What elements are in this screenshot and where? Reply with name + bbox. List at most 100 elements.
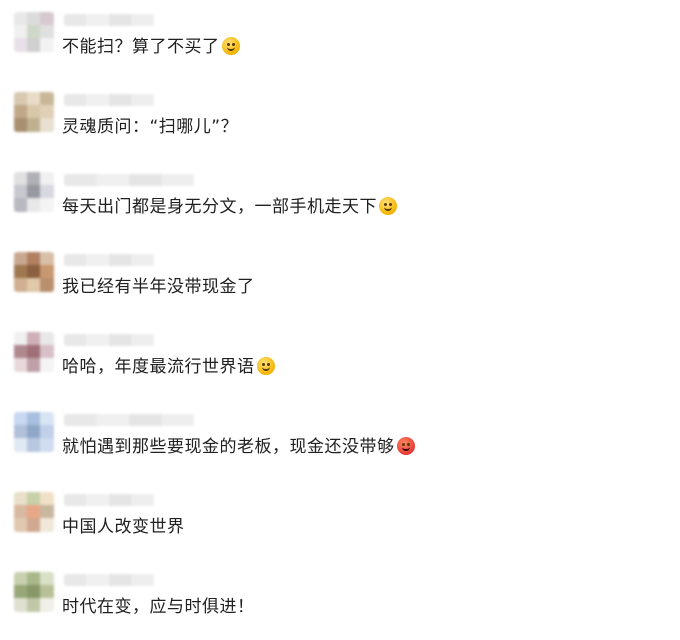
avatar-mosaic-cell [14, 38, 28, 52]
avatar-mosaic-cell [14, 278, 28, 292]
avatar-mosaic-cell [27, 252, 41, 266]
avatar-mosaic-cell [40, 12, 54, 26]
comment-text: 中国人改变世界 [62, 517, 185, 537]
avatar-mosaic-cell [40, 598, 54, 612]
avatar-mosaic-cell [14, 118, 28, 132]
comment-item: 就怕遇到那些要现金的老板，现金还没带够 [0, 400, 680, 480]
avatar[interactable] [14, 92, 54, 132]
avatar-mosaic-cell [40, 198, 54, 212]
comment-text: 哈哈，年度最流行世界语 [62, 352, 275, 377]
avatar-mosaic-cell [27, 105, 41, 119]
avatar-mosaic-cell [40, 345, 54, 359]
avatar-mosaic-cell [40, 105, 54, 119]
avatar-mosaic-cell [27, 265, 41, 279]
thinking-emoji-icon [256, 357, 275, 375]
avatar-mosaic-cell [14, 358, 28, 372]
comment-item: 不能扫？算了不买了 [0, 0, 680, 80]
avatar-mosaic-cell [14, 92, 28, 106]
avatar-mosaic-cell [27, 92, 41, 106]
avatar-mosaic-cell [27, 518, 41, 532]
avatar-mosaic-cell [27, 425, 41, 439]
avatar-mosaic-cell [27, 492, 41, 506]
avatar-mosaic-cell [40, 518, 54, 532]
avatar-mosaic-cell [27, 332, 41, 346]
avatar-mosaic-cell [40, 118, 54, 132]
comment-text: 灵魂质问：“扫哪儿”？ [62, 117, 239, 137]
nickname-blurred[interactable] [64, 574, 154, 586]
avatar-mosaic-cell [40, 438, 54, 452]
avatar[interactable] [14, 12, 54, 52]
avatar-mosaic-cell [40, 358, 54, 372]
nickname-blurred[interactable] [64, 94, 154, 106]
grin-emoji-icon [379, 197, 397, 215]
avatar-mosaic-cell [14, 252, 28, 266]
avatar-mosaic-cell [40, 252, 54, 266]
avatar[interactable] [14, 252, 54, 292]
avatar-mosaic-cell [40, 265, 54, 279]
avatar-mosaic-cell [14, 585, 28, 599]
avatar-mosaic-cell [14, 518, 28, 532]
avatar-mosaic-cell [27, 438, 41, 452]
angry-emoji-icon [396, 437, 415, 455]
avatar[interactable] [14, 572, 54, 612]
avatar-mosaic-cell [40, 492, 54, 506]
avatar-mosaic-cell [14, 425, 28, 439]
avatar-mosaic-cell [27, 118, 41, 132]
avatar-mosaic-cell [27, 12, 41, 26]
nickname-blurred[interactable] [64, 14, 154, 26]
avatar-mosaic-cell [40, 278, 54, 292]
avatar-mosaic-cell [27, 185, 41, 199]
nickname-blurred[interactable] [64, 334, 154, 346]
avatar-mosaic-cell [40, 412, 54, 426]
avatar-mosaic-cell [14, 172, 28, 186]
avatar-mosaic-cell [40, 332, 54, 346]
avatar-mosaic-cell [27, 345, 41, 359]
avatar-mosaic-cell [14, 185, 28, 199]
avatar-mosaic-cell [40, 585, 54, 599]
avatar-mosaic-cell [40, 25, 54, 39]
avatar-mosaic-cell [27, 598, 41, 612]
comment-item: 灵魂质问：“扫哪儿”？ [0, 80, 680, 160]
avatar[interactable] [14, 412, 54, 452]
avatar-mosaic-cell [27, 585, 41, 599]
avatar-mosaic-cell [40, 38, 54, 52]
avatar-mosaic-cell [27, 198, 41, 212]
avatar-mosaic-cell [40, 425, 54, 439]
avatar-mosaic-cell [40, 505, 54, 519]
comment-item: 时代在变，应与时俱进！ [0, 560, 680, 640]
avatar[interactable] [14, 332, 54, 372]
avatar-mosaic-cell [40, 92, 54, 106]
comment-item: 哈哈，年度最流行世界语 [0, 320, 680, 400]
nickname-blurred[interactable] [64, 174, 194, 186]
avatar-mosaic-cell [14, 492, 28, 506]
avatar-mosaic-cell [27, 505, 41, 519]
avatar-mosaic-cell [14, 572, 28, 586]
avatar-mosaic-cell [40, 185, 54, 199]
avatar-mosaic-cell [14, 598, 28, 612]
avatar-mosaic-cell [27, 172, 41, 186]
avatar-mosaic-cell [14, 265, 28, 279]
comment-text: 时代在变，应与时俱进！ [62, 597, 255, 617]
comment-feed: 不能扫？算了不买了 灵魂质问：“扫哪儿”？ 每天出门都是身无分文，一部手机走天下… [0, 0, 680, 628]
avatar-mosaic-cell [14, 198, 28, 212]
avatar-mosaic-cell [14, 12, 28, 26]
avatar[interactable] [14, 492, 54, 532]
laugh-cry-emoji-icon [221, 37, 240, 55]
avatar-mosaic-cell [27, 38, 41, 52]
comment-text: 就怕遇到那些要现金的老板，现金还没带够 [62, 432, 415, 457]
nickname-blurred[interactable] [64, 414, 194, 426]
avatar-mosaic-cell [27, 572, 41, 586]
avatar[interactable] [14, 172, 54, 212]
avatar-mosaic-cell [27, 358, 41, 372]
avatar-mosaic-cell [14, 412, 28, 426]
comment-text: 每天出门都是身无分文，一部手机走天下 [62, 192, 397, 217]
nickname-blurred[interactable] [64, 254, 154, 266]
avatar-mosaic-cell [27, 278, 41, 292]
comment-item: 我已经有半年没带现金了 [0, 240, 680, 320]
avatar-mosaic-cell [14, 505, 28, 519]
avatar-mosaic-cell [40, 572, 54, 586]
avatar-mosaic-cell [27, 25, 41, 39]
comment-text: 不能扫？算了不买了 [62, 32, 240, 57]
avatar-mosaic-cell [14, 25, 28, 39]
nickname-blurred[interactable] [64, 494, 154, 506]
